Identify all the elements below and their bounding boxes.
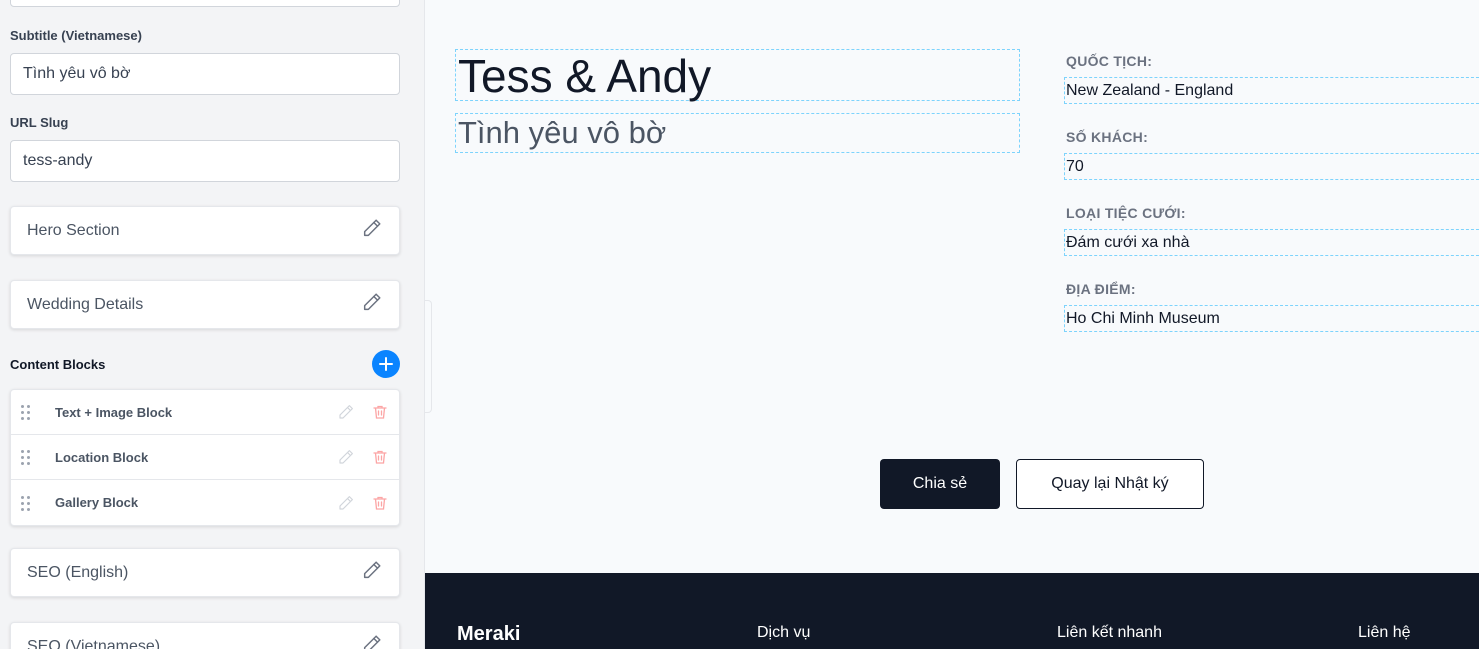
pencil-icon[interactable] <box>335 492 357 514</box>
content-blocks-list: Text + Image Block Location Block Galler… <box>10 389 400 526</box>
wedding-type-label: LOẠI TIỆC CƯỚI: <box>1066 205 1186 221</box>
footer-heading-services: Dịch vụ <box>757 624 811 641</box>
guest-count-value[interactable]: 70 <box>1064 153 1479 180</box>
hero-section-card[interactable]: Hero Section <box>10 206 400 255</box>
list-item[interactable]: Location Block <box>11 435 399 480</box>
trash-icon[interactable] <box>369 446 391 468</box>
wedding-details-card[interactable]: Wedding Details <box>10 280 400 329</box>
sidebar-resize-handle[interactable] <box>425 300 432 413</box>
subtitle-vi-input[interactable] <box>10 53 400 95</box>
hero-section-label: Hero Section <box>27 221 120 239</box>
url-slug-label: URL Slug <box>10 115 69 130</box>
content-blocks-title: Content Blocks <box>10 356 106 372</box>
back-to-journal-button[interactable]: Quay lại Nhật ký <box>1016 459 1204 509</box>
drag-handle-icon[interactable] <box>21 450 33 465</box>
pencil-icon[interactable] <box>361 633 383 649</box>
block-label: Gallery Block <box>55 495 139 510</box>
venue-label: ĐỊA ĐIỂM: <box>1066 281 1136 297</box>
add-block-button[interactable] <box>372 350 400 378</box>
drag-handle-icon[interactable] <box>21 495 33 511</box>
block-label: Text + Image Block <box>55 404 173 420</box>
block-label: Location Block <box>55 449 149 465</box>
footer-brand: Meraki <box>457 623 521 645</box>
pencil-icon[interactable] <box>335 401 357 423</box>
pencil-icon[interactable] <box>361 217 383 244</box>
nationality-label: QUỐC TỊCH: <box>1066 53 1153 69</box>
footer-heading-contact: Liên hệ <box>1358 624 1411 641</box>
wedding-details-label: Wedding Details <box>27 295 144 313</box>
trash-icon[interactable] <box>369 492 391 514</box>
venue-value[interactable]: Ho Chi Minh Museum <box>1064 305 1479 332</box>
list-item[interactable]: Text + Image Block <box>11 390 399 435</box>
guest-count-label: SỐ KHÁCH: <box>1066 129 1149 145</box>
seo-english-card[interactable]: SEO (English) <box>10 548 400 597</box>
share-button[interactable]: Chia sẻ <box>880 459 1000 509</box>
hero-title[interactable]: Tess & Andy <box>455 49 1020 102</box>
pencil-icon[interactable] <box>361 291 383 318</box>
url-slug-input[interactable] <box>10 140 400 182</box>
seo-english-label: SEO (English) <box>27 563 129 581</box>
content-blocks-header: Content Blocks <box>10 350 400 378</box>
subtitle-vi-label: Subtitle (Vietnamese) <box>10 28 142 43</box>
site-footer: Meraki Dịch vụ Liên kết nhanh Liên hệ <box>425 573 1479 649</box>
trash-icon[interactable] <box>369 401 391 423</box>
seo-vietnamese-card[interactable]: SEO (Vietnamese) <box>10 622 400 649</box>
plus-icon <box>379 357 393 371</box>
editor-sidebar: Subtitle (Vietnamese) URL Slug Hero Sect… <box>0 0 425 649</box>
list-item[interactable]: Gallery Block <box>11 480 399 525</box>
hero-subtitle[interactable]: Tình yêu vô bờ <box>455 113 1020 153</box>
previous-field-input[interactable] <box>10 0 400 7</box>
drag-handle-icon[interactable] <box>21 405 33 420</box>
seo-vietnamese-label: SEO (Vietnamese) <box>27 637 161 649</box>
pencil-icon[interactable] <box>361 559 383 586</box>
nationality-value[interactable]: New Zealand - England <box>1064 77 1479 104</box>
wedding-type-value[interactable]: Đám cưới xa nhà <box>1064 229 1479 256</box>
footer-heading-quick-links: Liên kết nhanh <box>1057 624 1162 641</box>
pencil-icon[interactable] <box>335 446 357 468</box>
